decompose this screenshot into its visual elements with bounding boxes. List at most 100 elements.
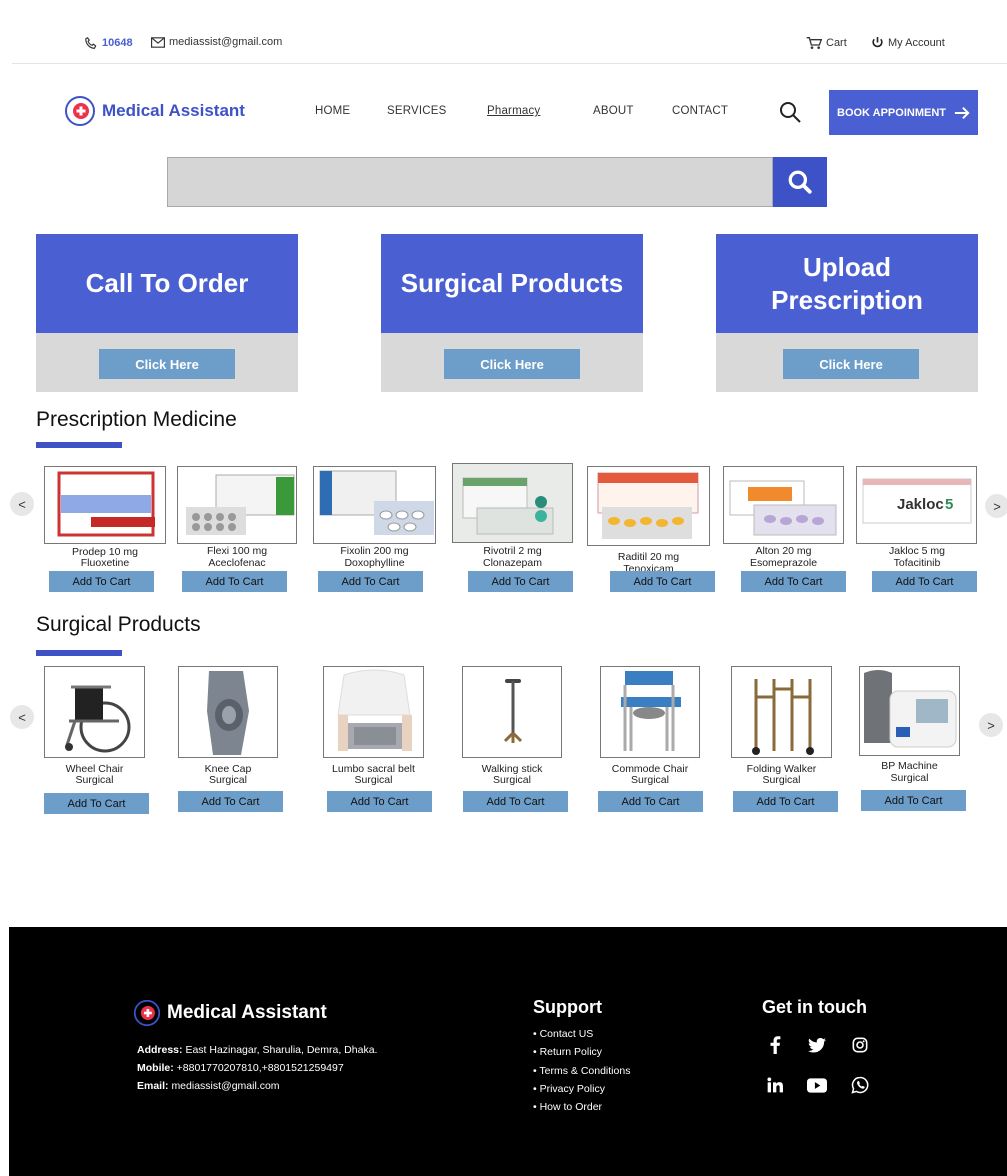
facebook-icon[interactable] [765,1035,785,1055]
surgical-products-card: Surgical Products Click Here [381,234,643,392]
brand-name: Medical Assistant [102,101,245,120]
add-to-cart-button[interactable]: Add To Cart [463,791,568,812]
product-image[interactable] [178,666,278,758]
logo[interactable]: Medical Assistant [64,95,245,127]
section-underline [36,650,122,656]
product-image[interactable] [723,466,844,544]
product-generic: Esomeprazole [749,557,818,569]
search-submit-button[interactable] [773,157,827,207]
add-to-cart-button[interactable]: Add To Cart [178,791,283,812]
call-to-order-card: Call To Order Click Here [36,234,298,392]
search-icon [788,170,812,194]
youtube-icon[interactable] [807,1075,827,1095]
product-image[interactable] [44,466,166,544]
product-name: Rivotril 2 mg [483,545,542,557]
hotline[interactable]: 10648 [84,36,133,50]
linkedin-icon[interactable] [765,1075,785,1095]
whatsapp-icon[interactable] [850,1075,870,1095]
support-link-contact[interactable]: Contact US [533,1025,630,1043]
upload-prescription-button[interactable]: Click Here [783,349,919,379]
support-link-return[interactable]: Return Policy [533,1043,630,1061]
product-image[interactable] [587,466,710,546]
nav-services[interactable]: SERVICES [387,105,447,117]
add-to-cart-button[interactable]: Add To Cart [872,571,977,592]
my-account-link[interactable]: My Account [871,36,945,49]
product-search-input[interactable] [167,157,773,207]
add-to-cart-button[interactable]: Add To Cart [741,571,846,592]
book-appointment-button[interactable]: BOOK APPOINMENT [829,90,978,135]
nav-contact[interactable]: CONTACT [672,105,728,117]
add-to-cart-button[interactable]: Add To Cart [182,571,287,592]
mail-icon [151,36,165,48]
product-name: Jakloc 5 mg [888,545,946,557]
nav-pharmacy[interactable]: Pharmacy [487,105,540,117]
add-to-cart-button[interactable]: Add To Cart [468,571,573,592]
call-to-order-button[interactable]: Click Here [99,349,235,379]
email-value[interactable]: mediassist@gmail.com [171,1080,279,1092]
upload-prescription-card: Upload Prescription Click Here [716,234,978,392]
address-value: East Hazinagar, Sharulia, Demra, Dhaka. [185,1044,378,1056]
add-to-cart-button[interactable]: Add To Cart [318,571,423,592]
product-image[interactable] [600,666,700,758]
top-email[interactable]: mediassist@gmail.com [151,36,282,48]
product-image[interactable] [859,666,960,756]
footer-brand-name: Medical Assistant [167,1002,327,1023]
prescription-next-arrow[interactable]: > [985,494,1007,518]
product-name: BP Machine [881,760,938,772]
support-link-privacy[interactable]: Privacy Policy [533,1080,630,1098]
add-to-cart-button[interactable]: Add To Cart [49,571,154,592]
product-name: Flexi 100 mg [206,545,268,557]
product-image[interactable] [323,666,424,758]
product-generic: Clonazepam [483,557,542,569]
nav-about[interactable]: ABOUT [593,105,634,117]
account-label: My Account [888,36,945,49]
top-divider [12,63,1007,64]
product-image[interactable] [313,466,436,544]
top-email-text: mediassist@gmail.com [169,36,283,48]
get-in-touch-heading: Get in touch [762,997,867,1017]
power-icon [872,37,883,48]
card-title: Surgical Products [381,234,643,333]
add-to-cart-button[interactable]: Add To Cart [610,571,715,592]
footer-email: Email: mediassist@gmail.com [137,1080,280,1092]
add-to-cart-button[interactable]: Add To Cart [861,790,966,811]
product-image[interactable] [177,466,297,544]
product-image[interactable] [731,666,832,758]
add-to-cart-button[interactable]: Add To Cart [733,791,838,812]
surgical-section-title: Surgical Products [36,613,201,636]
email-label: Email: [137,1080,169,1092]
surgical-prev-arrow[interactable]: < [10,705,34,729]
product-generic: Surgical [209,774,247,786]
surgical-next-arrow[interactable]: > [979,713,1003,737]
product-image[interactable] [452,463,573,543]
add-to-cart-button[interactable]: Add To Cart [598,791,703,812]
footer-logo[interactable]: Medical Assistant [133,999,327,1027]
product-name: Alton 20 mg [755,545,812,557]
svg-text:5: 5 [945,496,953,513]
card-title: Upload Prescription [716,234,978,333]
nav-home[interactable]: HOME [315,105,350,117]
prescription-prev-arrow[interactable]: < [10,492,34,516]
product-generic: Fluoxetine [80,557,130,569]
product-generic: Tofacitinib [893,557,941,569]
product-image[interactable]: Jakloc 5 [856,466,977,544]
support-link-how-to-order[interactable]: How to Order [533,1098,630,1116]
top-bar: 10648 mediassist@gmail.com Cart My Accou… [0,0,1007,64]
support-link-terms[interactable]: Terms & Conditions [533,1062,630,1080]
add-to-cart-button[interactable]: Add To Cart [327,791,432,812]
search-icon[interactable] [778,100,802,124]
product-generic: Aceclofenac [208,557,266,569]
product-generic: Surgical [75,774,114,786]
address-label: Address: [137,1044,183,1056]
hotline-number: 10648 [102,37,133,49]
section-underline [36,442,122,448]
instagram-icon[interactable] [850,1035,870,1055]
surgical-products-button[interactable]: Click Here [444,349,580,379]
product-image[interactable] [462,666,562,758]
add-to-cart-button[interactable]: Add To Cart [44,793,149,814]
product-image[interactable] [44,666,145,758]
twitter-icon[interactable] [807,1035,827,1055]
phone-icon [85,36,97,49]
medical-logo-icon [133,999,161,1027]
cart-link[interactable]: Cart [806,36,847,50]
